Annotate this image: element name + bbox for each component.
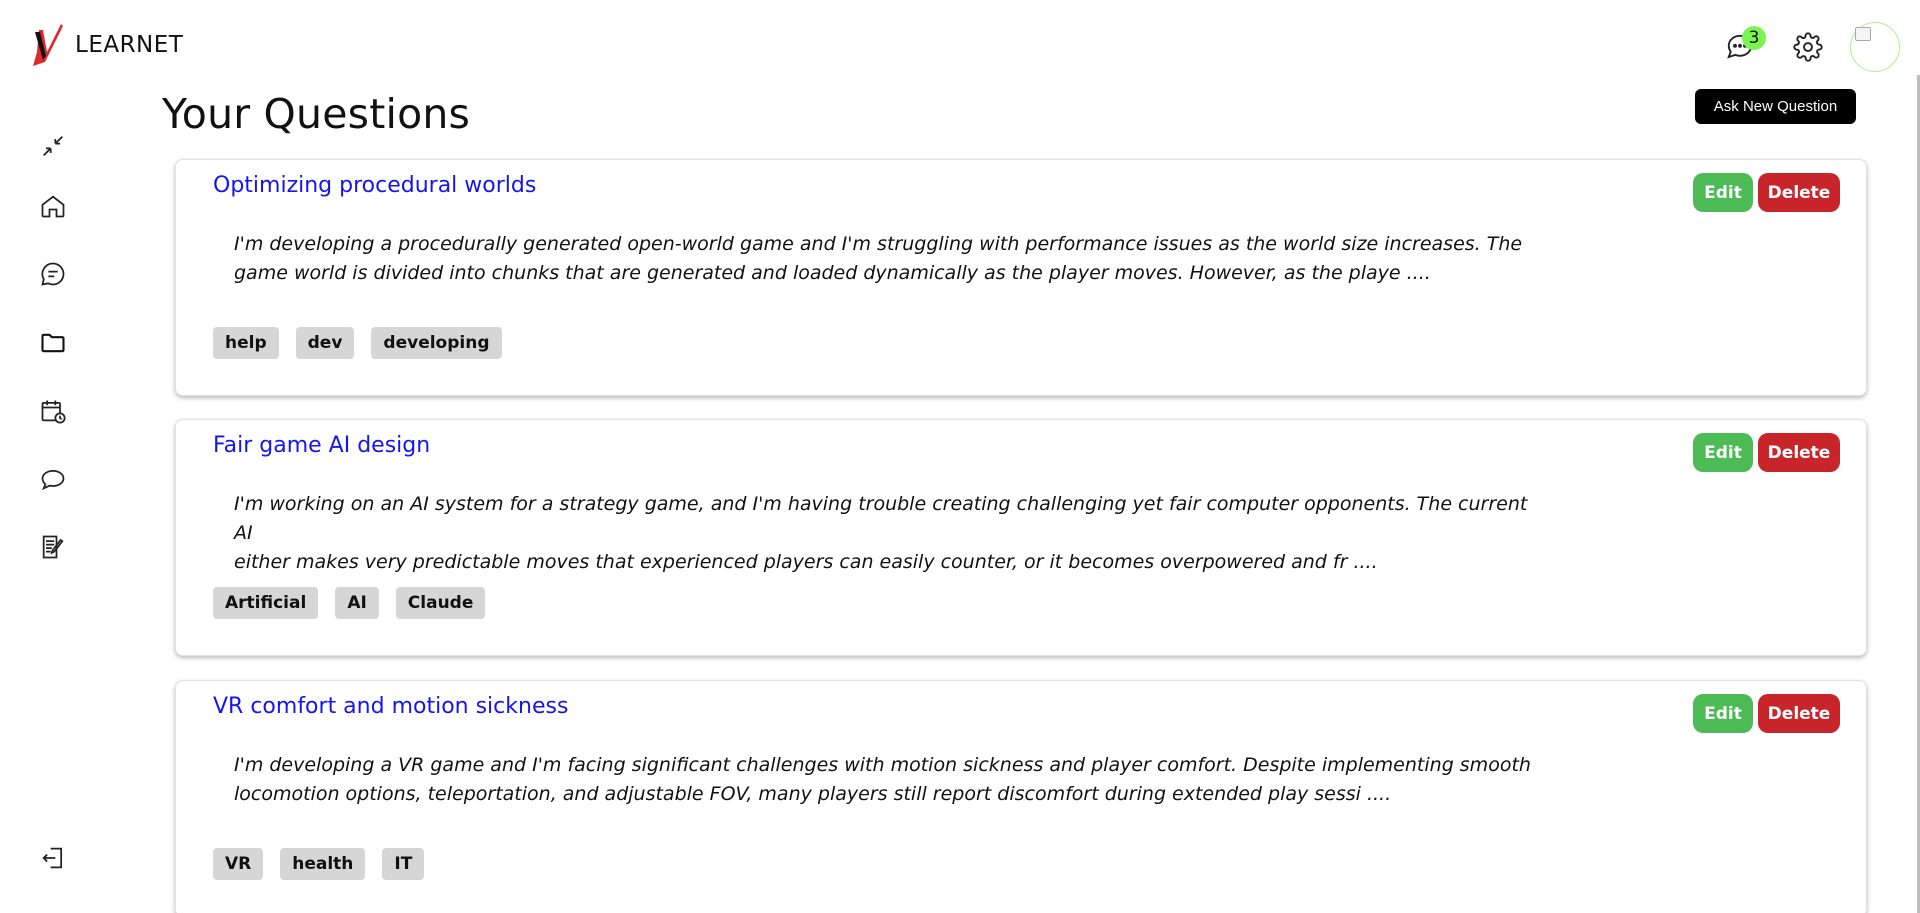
delete-button[interactable]: Delete [1758,173,1840,212]
question-excerpt-line: I'm developing a VR game and I'm facing … [234,754,1531,776]
home-icon [41,195,65,218]
collapse-icon [43,136,63,156]
chat-icon [41,469,65,491]
broken-image-icon [1855,27,1871,41]
sidebar-item-schedule[interactable] [34,392,72,430]
delete-button[interactable]: Delete [1758,433,1840,472]
tag-list: Artificial AI Claude [213,587,486,619]
sidebar-item-home[interactable] [34,187,72,225]
avatar[interactable] [1850,22,1900,72]
card-actions: Edit Delete [1693,173,1840,212]
brand-logo[interactable]: LEARNET [27,22,183,68]
question-excerpt-line: locomotion options, teleportation, and a… [234,783,1392,805]
edit-button[interactable]: Edit [1693,433,1753,472]
notes-edit-icon [42,535,64,559]
sidebar [0,110,105,913]
tag[interactable]: VR [213,848,264,880]
delete-button[interactable]: Delete [1758,694,1840,733]
calendar-clock-icon [41,400,66,424]
question-excerpt: I'm developing a procedurally generated … [234,230,1534,288]
question-excerpt-line: either makes very predictable moves that… [234,551,1378,573]
tag[interactable]: Claude [395,587,486,619]
question-title[interactable]: Optimizing procedural worlds [213,173,536,198]
sidebar-item-chat[interactable] [34,460,72,498]
message-icon [41,262,65,286]
question-excerpt-line: game world is divided into chunks that a… [234,262,1431,284]
learnet-logo-icon [33,24,63,66]
edit-button[interactable]: Edit [1693,694,1753,733]
question-excerpt-line: I'm developing a procedurally generated … [234,233,1523,255]
tag-list: VR health IT [213,848,425,880]
tag-list: help dev developing [213,327,502,359]
edit-button[interactable]: Edit [1693,173,1753,212]
logout-icon [42,847,63,869]
question-card: Fair game AI design Edit Delete I'm work… [175,419,1867,656]
settings-button[interactable] [1784,23,1832,71]
folder-icon [41,333,65,353]
sidebar-item-collapse[interactable] [34,127,72,165]
tag[interactable]: developing [371,327,502,359]
sidebar-item-messages[interactable] [34,255,72,293]
question-excerpt: I'm working on an AI system for a strate… [234,490,1534,577]
sidebar-item-notes[interactable] [34,528,72,566]
tag[interactable]: Artificial [213,587,319,619]
brand-name: LEARNET [75,32,184,58]
notification-badge: 3 [1742,26,1766,50]
tag[interactable]: health [280,848,366,880]
question-card: Optimizing procedural worlds Edit Delete… [175,159,1867,396]
tag[interactable]: help [213,327,279,359]
card-actions: Edit Delete [1693,433,1840,472]
sidebar-item-logout[interactable] [34,839,72,877]
question-card: VR comfort and motion sickness Edit Dele… [175,680,1867,913]
question-excerpt: I'm developing a VR game and I'm facing … [234,751,1534,809]
gear-icon [1793,32,1823,62]
tag[interactable]: dev [295,327,355,359]
ask-new-question-button[interactable]: Ask New Question [1695,89,1856,124]
sidebar-item-folder[interactable] [34,324,72,362]
tag[interactable]: IT [382,848,425,880]
page-title: Your Questions [162,90,471,138]
question-excerpt-line: I'm working on an AI system for a strate… [234,493,1528,544]
tag[interactable]: AI [335,587,379,619]
card-actions: Edit Delete [1693,694,1840,733]
question-title[interactable]: VR comfort and motion sickness [213,694,568,719]
question-title[interactable]: Fair game AI design [213,433,430,458]
header-actions: 3 [1716,22,1900,72]
messages-button[interactable]: 3 [1716,23,1766,71]
